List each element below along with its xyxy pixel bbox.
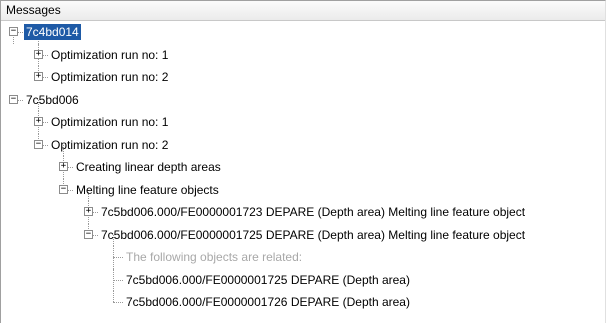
tree-row[interactable]: + Optimization run no: 1 [1,43,605,66]
tree-row[interactable]: − Optimization run no: 2 [1,133,605,156]
tree-item-label[interactable]: Creating linear depth areas [74,159,223,175]
messages-panel: Messages −7c4bd014 + Optimization run no: … [0,0,606,323]
minus-box-icon[interactable]: − [84,229,93,239]
plus-box-icon[interactable]: + [34,117,43,127]
tree-item-label[interactable]: 7c5bd006.000/FE0000001725 DEPARE (Depth … [124,272,412,288]
tree-item-label[interactable]: The following objects are related: [124,249,304,265]
tree-row[interactable]: −7c4bd014 [1,21,605,44]
tree-item-label[interactable]: 7c5bd006.000/FE0000001723 DEPARE (Depth … [99,204,527,220]
tree-row[interactable]: − Melting line feature objects [1,178,605,201]
minus-box-icon[interactable]: − [9,27,18,37]
tree-item-label[interactable]: 7c4bd014 [24,24,81,41]
tree-connector-line [113,257,123,259]
messages-column-header[interactable]: Messages [1,1,605,21]
tree-row[interactable]: +7c5bd006.000/FE0000001723 DEPARE (Depth… [1,201,605,224]
tree-row[interactable]: 7c5bd006.000/FE0000001726 DEPARE (Depth … [1,291,605,314]
plus-box-icon[interactable]: + [34,72,43,82]
tree-row[interactable]: + Optimization run no: 2 [1,66,605,89]
plus-box-icon[interactable]: + [59,162,68,172]
tree-row[interactable]: −7c5bd006 [1,89,605,111]
tree-item-label[interactable]: 7c5bd006.000/FE0000001725 DEPARE (Depth … [99,227,527,243]
tree-row[interactable]: + Optimization run no: 1 [1,111,605,134]
plus-box-icon[interactable]: + [34,49,43,59]
minus-box-icon[interactable]: − [34,139,43,149]
tree-connector-line [113,302,123,304]
tree-connector-line [113,279,123,281]
tree-item-label[interactable]: Melting line feature objects [74,182,221,198]
tree-item-label[interactable]: Optimization run no: 2 [49,69,170,85]
minus-box-icon[interactable]: − [9,94,18,104]
tree-connector-line [113,291,114,303]
tree-item-label[interactable]: 7c5bd006.000/FE0000001726 DEPARE (Depth … [124,294,412,310]
tree-row[interactable]: 7c5bd006.000/FE0000001725 DEPARE (Depth … [1,268,605,291]
tree-item-label[interactable]: Optimization run no: 1 [49,47,170,63]
tree-item-label[interactable]: Optimization run no: 1 [49,114,170,130]
tree-row[interactable]: + Creating linear depth areas [1,156,605,179]
messages-tree: −7c4bd014 + Optimization run no: 1 + Optimiz… [1,21,605,314]
tree-item-label[interactable]: Optimization run no: 2 [49,137,170,153]
tree-row[interactable]: −7c5bd006.000/FE0000001725 DEPARE (Depth… [1,223,605,246]
tree-row[interactable]: The following objects are related: [1,246,605,269]
tree-item-label[interactable]: 7c5bd006 [24,92,81,108]
plus-box-icon[interactable]: + [84,207,93,217]
minus-box-icon[interactable]: − [59,184,68,194]
